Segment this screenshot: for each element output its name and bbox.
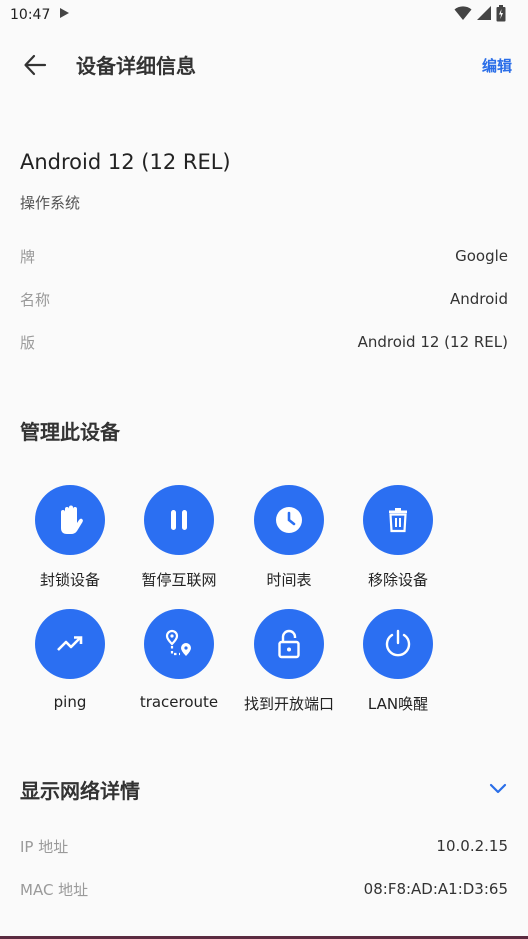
network-value: 10.0.2.15 — [436, 837, 508, 855]
edit-button[interactable]: 编辑 — [482, 55, 512, 76]
remove-device-label: 移除设备 — [367, 571, 428, 589]
traceroute-button[interactable] — [144, 609, 214, 679]
open-lock-icon — [278, 629, 300, 659]
app-bar: 设备详细信息 编辑 — [0, 40, 528, 90]
detail-key: 牌 — [20, 247, 36, 266]
pause-icon — [171, 510, 187, 530]
play-store-notification-icon — [58, 7, 70, 23]
find-open-ports-button[interactable] — [254, 609, 324, 679]
manage-section-title: 管理此设备 — [20, 420, 120, 444]
network-section-title[interactable]: 显示网络详情 — [20, 775, 140, 804]
pause-internet-label: 暂停互联网 — [141, 571, 217, 589]
network-row-ip: IP 地址 10.0.2.15 — [20, 834, 508, 858]
os-title: Android 12 (12 REL) — [20, 150, 231, 174]
ping-button[interactable] — [35, 609, 105, 679]
hand-stop-icon — [61, 505, 83, 534]
schedule-label: 时间表 — [266, 571, 312, 589]
arrow-back-icon — [24, 54, 47, 76]
trending-up-icon — [57, 636, 83, 651]
route-icon — [165, 629, 191, 656]
status-bar: 10:47 — [0, 0, 528, 30]
action-pause-internet: 暂停互联网 — [124, 485, 234, 595]
status-time: 10:47 — [10, 7, 51, 23]
action-ping: ping — [15, 609, 125, 719]
block-device-button[interactable] — [35, 485, 105, 555]
detail-row-version: 版 Android 12 (12 REL) — [20, 330, 508, 354]
status-left: 10:47 — [10, 7, 70, 23]
detail-key: 版 — [20, 333, 36, 352]
wake-on-lan-label: LAN唤醒 — [367, 695, 429, 713]
detail-value: Google — [455, 247, 508, 265]
network-key: IP 地址 — [20, 837, 69, 856]
clock-icon — [276, 507, 302, 533]
power-icon — [385, 629, 411, 657]
cell-signal-icon — [476, 5, 492, 25]
traceroute-label: traceroute — [139, 693, 219, 711]
action-block-device: 封锁设备 — [15, 485, 125, 595]
page-title: 设备详细信息 — [76, 54, 196, 78]
schedule-button[interactable] — [254, 485, 324, 555]
status-right — [454, 4, 506, 26]
expand-network-button[interactable] — [486, 778, 510, 798]
remove-device-button[interactable] — [363, 485, 433, 555]
detail-row-brand: 牌 Google — [20, 244, 508, 268]
network-value: 08:F8:AD:A1:D3:65 — [363, 880, 508, 898]
wake-on-lan-button[interactable] — [363, 609, 433, 679]
action-traceroute: traceroute — [124, 609, 234, 719]
back-button[interactable] — [20, 52, 50, 78]
chevron-down-icon — [489, 783, 507, 794]
action-find-open-ports: 找到开放端口 — [234, 609, 344, 719]
battery-icon — [496, 4, 506, 26]
block-device-label: 封锁设备 — [39, 571, 100, 589]
detail-row-name: 名称 Android — [20, 287, 508, 311]
network-key: MAC 地址 — [20, 880, 89, 899]
pause-internet-button[interactable] — [144, 485, 214, 555]
detail-key: 名称 — [20, 290, 51, 309]
action-wake-on-lan: LAN唤醒 — [343, 609, 453, 719]
wifi-icon — [454, 5, 472, 25]
trash-icon — [389, 508, 407, 533]
os-subtitle: 操作系统 — [20, 194, 81, 212]
network-row-mac: MAC 地址 08:F8:AD:A1:D3:65 — [20, 877, 508, 901]
find-open-ports-label: 找到开放端口 — [243, 695, 334, 713]
ping-label: ping — [53, 693, 87, 711]
action-remove-device: 移除设备 — [343, 485, 453, 595]
detail-value: Android 12 (12 REL) — [357, 333, 508, 351]
detail-value: Android — [450, 290, 508, 308]
action-schedule: 时间表 — [234, 485, 344, 595]
